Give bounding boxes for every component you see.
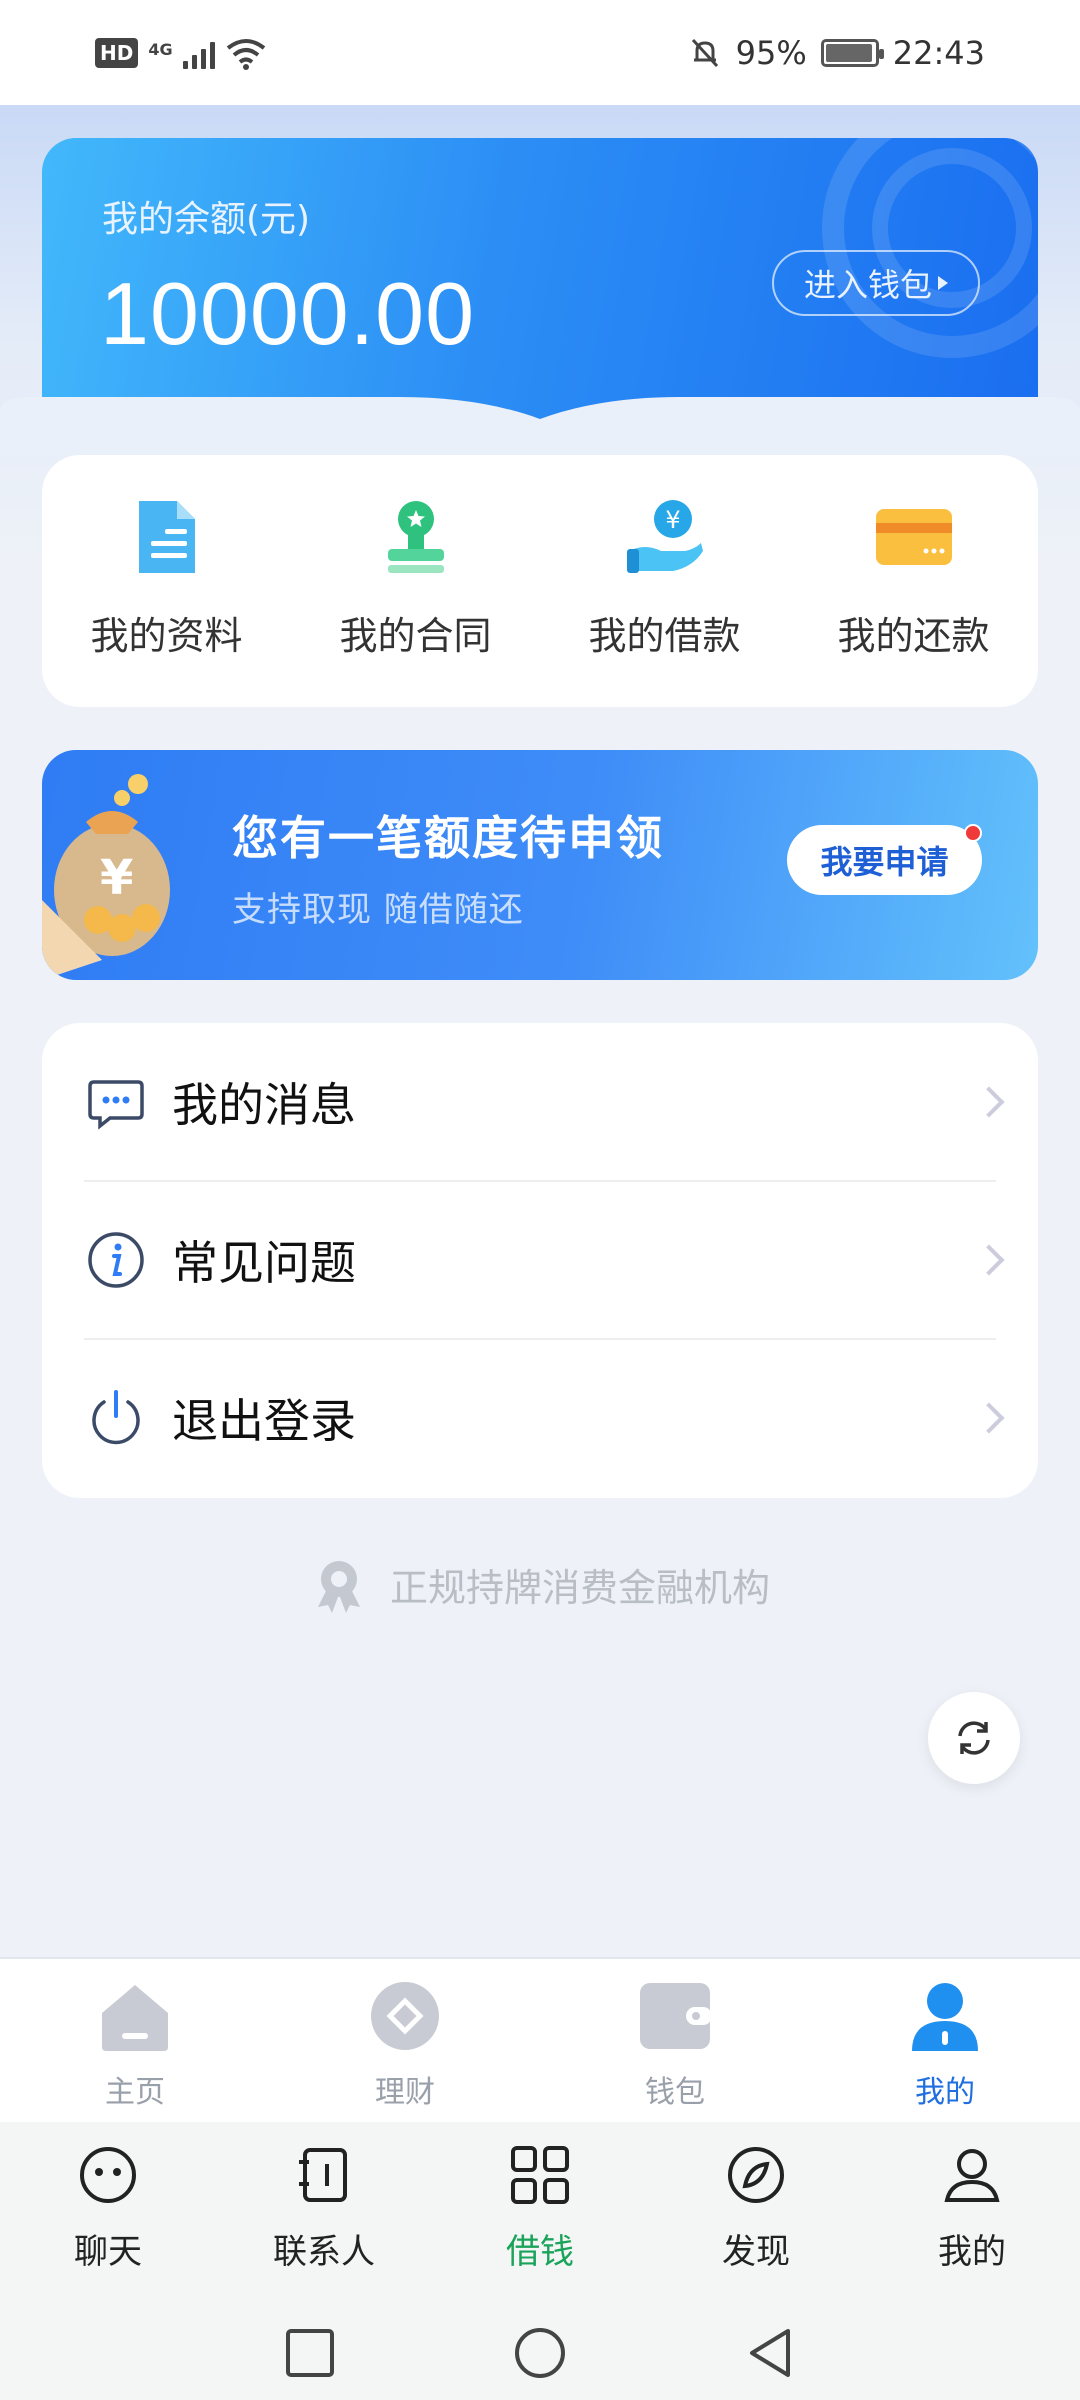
card-curve-divider	[0, 397, 1080, 455]
network-type: 4G	[148, 39, 173, 59]
quick-actions-card: 我的资料 我的合同 ¥ 我的借款 我的还款	[42, 455, 1038, 707]
back-button[interactable]	[742, 2325, 798, 2381]
host-tab-borrow[interactable]: 借钱	[432, 2144, 648, 2273]
status-left: HD 4G	[95, 36, 267, 70]
menu-item-logout[interactable]: 退出登录	[42, 1339, 1038, 1497]
quick-item-label: 我的资料	[90, 614, 243, 658]
promo-title: 您有一笔额度待申领	[232, 811, 664, 865]
menu-item-messages[interactable]: 我的消息	[42, 1023, 1038, 1181]
user-icon	[908, 1979, 982, 2053]
refresh-button[interactable]	[928, 1692, 1020, 1784]
quick-item-label: 我的还款	[837, 614, 990, 658]
host-tab-contacts[interactable]: 联系人	[216, 2144, 432, 2273]
status-time: 22:43	[892, 33, 985, 72]
money-hand-icon: ¥	[623, 495, 707, 579]
quick-item-contract[interactable]: 我的合同	[291, 495, 540, 660]
chat-icon	[77, 2144, 139, 2206]
tab-home[interactable]: 主页	[0, 1979, 270, 2111]
info-icon	[88, 1232, 144, 1288]
notification-dot	[964, 824, 982, 842]
enter-wallet-button[interactable]: 进入钱包	[772, 250, 980, 316]
tab-finance[interactable]: 理财	[270, 1979, 540, 2111]
balance-card: 我的余额(元) 10000.00 进入钱包	[42, 138, 1038, 423]
status-right: 95% 22:43	[688, 34, 985, 72]
mute-bell-icon	[691, 38, 718, 67]
host-tab-label: 发现	[722, 2232, 790, 2272]
status-bar: HD 4G 95% 22:43	[0, 0, 1080, 105]
chevron-right-icon	[973, 1086, 1005, 1118]
license-text: 正规持牌消费金融机构	[389, 1565, 770, 1610]
quick-item-label: 我的借款	[588, 614, 741, 658]
quick-item-loans[interactable]: ¥ 我的借款	[540, 495, 789, 660]
menu-item-label: 退出登录	[172, 1394, 356, 1448]
quick-item-profile[interactable]: 我的资料	[42, 495, 291, 660]
menu-item-label: 常见问题	[172, 1236, 356, 1290]
battery-percent: 95%	[735, 33, 807, 72]
message-icon	[88, 1080, 144, 1130]
host-tab-label: 联系人	[273, 2232, 375, 2272]
balance-value: 10000.00	[100, 264, 476, 363]
host-tab-discover[interactable]: 发现	[648, 2144, 864, 2273]
wallet-icon	[638, 1979, 712, 2053]
tab-label: 我的	[915, 2075, 975, 2110]
tab-label: 钱包	[645, 2075, 705, 2110]
power-icon	[92, 1390, 140, 1445]
enter-wallet-label: 进入钱包	[803, 266, 932, 304]
refresh-icon	[958, 1721, 990, 1755]
caret-right-icon	[938, 276, 948, 290]
app-tab-bar: 主页 理财 钱包 我的	[0, 1957, 1080, 2122]
person-icon	[941, 2144, 1003, 2206]
tab-wallet[interactable]: 钱包	[540, 1979, 810, 2111]
home-icon	[98, 1979, 172, 2053]
document-icon	[125, 495, 209, 579]
menu-card: 我的消息 常见问题 退出登录	[42, 1023, 1038, 1498]
certified-badge-icon	[317, 1561, 360, 1613]
system-nav-bar	[0, 2307, 1080, 2400]
svg-text:¥: ¥	[665, 506, 680, 534]
host-tab-label: 借钱	[506, 2232, 574, 2272]
tab-label: 理财	[375, 2075, 435, 2110]
hd-icon: HD	[95, 37, 139, 68]
tab-mine[interactable]: 我的	[810, 1979, 1080, 2111]
finance-icon	[368, 1979, 442, 2053]
balance-label: 我的余额(元)	[102, 199, 311, 240]
menu-item-label: 我的消息	[172, 1078, 356, 1132]
host-tab-label: 聊天	[74, 2232, 142, 2272]
apply-button[interactable]: 我要申请	[787, 825, 982, 895]
signal-icon	[182, 37, 215, 69]
recents-button[interactable]	[282, 2325, 338, 2381]
quick-item-label: 我的合同	[339, 614, 492, 658]
chevron-right-icon	[973, 1244, 1005, 1276]
menu-item-faq[interactable]: 常见问题	[42, 1181, 1038, 1339]
host-tab-chat[interactable]: 聊天	[0, 2144, 216, 2273]
promo-subtitle: 支持取现 随借随还	[232, 890, 524, 930]
grid-icon	[509, 2144, 571, 2206]
promo-banner[interactable]: ¥ 您有一笔额度待申领 支持取现 随借随还 我要申请	[42, 750, 1038, 980]
quick-item-repay[interactable]: 我的还款	[789, 495, 1038, 660]
host-tab-label: 我的	[938, 2232, 1006, 2272]
contacts-icon	[293, 2144, 355, 2206]
compass-icon	[725, 2144, 787, 2206]
currency-glyph: ¥	[100, 850, 134, 906]
tab-label: 主页	[105, 2075, 165, 2110]
wifi-icon	[226, 38, 265, 70]
license-notice: 正规持牌消费金融机构	[0, 1555, 1080, 1613]
chevron-right-icon	[973, 1402, 1005, 1434]
host-nav-bar: 聊天 联系人 借钱 发现 我的	[0, 2122, 1080, 2307]
stamp-icon	[374, 495, 458, 579]
card-icon	[872, 495, 956, 579]
battery-charging-icon	[820, 38, 884, 67]
host-tab-me[interactable]: 我的	[864, 2144, 1080, 2273]
home-button[interactable]	[512, 2325, 568, 2381]
